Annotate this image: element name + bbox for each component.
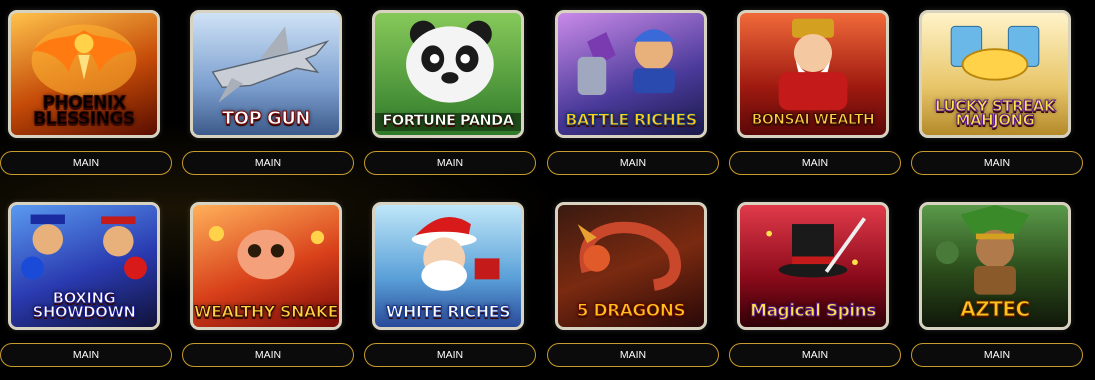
main-button[interactable]: MAIN (182, 151, 354, 175)
game-title: BATTLE RICHES (565, 109, 698, 129)
main-button[interactable]: MAIN (364, 343, 536, 367)
game-thumbnail[interactable]: BOXING SHOWDOWN (8, 202, 160, 330)
game-title: Magical Spins (750, 300, 877, 321)
game-title: BONSAI WEALTH (751, 111, 875, 128)
game-title: AZTEC (960, 297, 1031, 321)
game-title: TOP GUN (222, 107, 312, 129)
game-title: LUCKY STREAK MAHJONG (935, 96, 1056, 129)
game-thumbnail[interactable]: TOP GUN (190, 10, 342, 138)
game-title: BOXING SHOWDOWN (32, 288, 136, 321)
main-button[interactable]: MAIN (911, 151, 1083, 175)
game-thumbnail[interactable]: AZTEC (919, 202, 1071, 330)
game-thumbnail[interactable]: PHOENIX BLESSINGS (8, 10, 160, 138)
game-thumbnail[interactable]: WHITE RICHES (372, 202, 524, 330)
game-thumbnail[interactable]: LUCKY STREAK MAHJONG (919, 10, 1071, 138)
game-thumbnail[interactable]: 5 DRAGONS (555, 202, 707, 330)
main-button[interactable]: MAIN (547, 151, 719, 175)
game-thumbnail[interactable]: FORTUNE PANDA (372, 10, 524, 138)
game-title: PHOENIX BLESSINGS (33, 92, 136, 129)
game-title: FORTUNE PANDA (375, 113, 521, 131)
game-thumbnail[interactable]: BATTLE RICHES (555, 10, 707, 138)
game-title: WEALTHY SNAKE (193, 301, 339, 321)
main-button[interactable]: MAIN (911, 343, 1083, 367)
game-thumbnail[interactable]: WEALTHY SNAKE (190, 202, 342, 330)
game-title: 5 DRAGONS (576, 300, 686, 321)
game-thumbnail[interactable]: BONSAI WEALTH (737, 10, 889, 138)
main-button[interactable]: MAIN (729, 343, 901, 367)
game-title: WHITE RICHES (385, 301, 511, 321)
game-thumbnail[interactable]: Magical Spins (737, 202, 889, 330)
main-button[interactable]: MAIN (182, 343, 354, 367)
main-button[interactable]: MAIN (0, 151, 172, 175)
main-button[interactable]: MAIN (0, 343, 172, 367)
main-button[interactable]: MAIN (364, 151, 536, 175)
main-button[interactable]: MAIN (547, 343, 719, 367)
main-button[interactable]: MAIN (729, 151, 901, 175)
game-grid: PHOENIX BLESSINGS MAIN TOP GUN MAIN FORT… (0, 0, 1095, 380)
